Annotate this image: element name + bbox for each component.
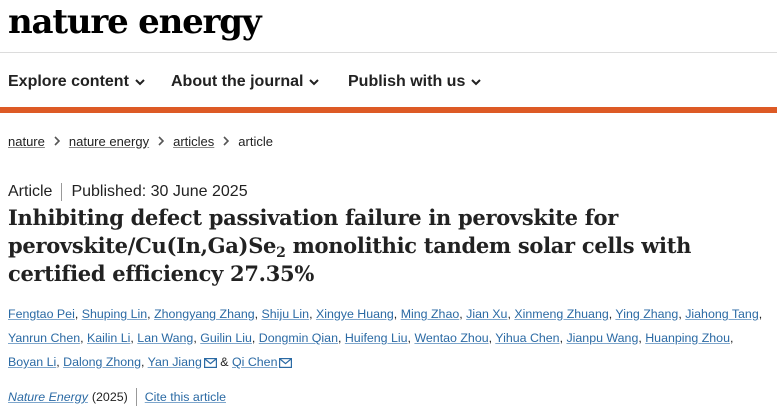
author-separator: , — [729, 331, 734, 345]
author-separator: , — [74, 307, 82, 321]
author-link[interactable]: Xingye Huang — [316, 307, 394, 321]
chevron-right-icon — [158, 136, 165, 146]
author-link[interactable]: Kailin Li — [87, 331, 130, 345]
author-link[interactable]: Yan Jiang — [148, 355, 202, 369]
article-meta: Article Published: 30 June 2025 — [8, 183, 248, 201]
chevron-right-icon — [54, 136, 60, 146]
author-link[interactable]: Zhongyang Zhang — [154, 307, 255, 321]
cite-this-article-link[interactable]: Cite this article — [145, 390, 226, 404]
author-link[interactable]: Yanrun Chen — [8, 331, 80, 345]
author-separator: , — [80, 331, 87, 345]
breadcrumb-link-articles[interactable]: articles — [173, 134, 214, 149]
author-link[interactable]: Ying Zhang — [615, 307, 678, 321]
author-separator: , — [309, 307, 316, 321]
author-list: Fengtao Pei, Shuping Lin, Zhongyang Zhan… — [8, 302, 772, 376]
breadcrumb-link-nature-energy[interactable]: nature energy — [69, 134, 149, 149]
breadcrumb: nature nature energy articles article — [8, 131, 273, 151]
chevron-down-icon — [471, 78, 482, 86]
brand-bar — [0, 107, 777, 113]
author-separator: , — [393, 307, 401, 321]
author-link[interactable]: Yihua Chen — [495, 331, 559, 345]
breadcrumb-link-nature[interactable]: nature — [8, 134, 45, 149]
author-link[interactable]: Qi Chen — [232, 355, 277, 369]
nav-item-label: Explore content — [8, 73, 129, 90]
author-separator: , — [140, 355, 148, 369]
nav-item-label: About the journal — [171, 73, 304, 90]
site-logo[interactable]: nature energy — [8, 2, 262, 42]
journal-link[interactable]: Nature Energy — [8, 390, 88, 404]
meta-divider — [61, 183, 63, 201]
author-link[interactable]: Wentao Zhou — [414, 331, 488, 345]
author-separator: & — [216, 355, 232, 369]
author-link[interactable]: Guilin Liu — [200, 331, 252, 345]
author-link[interactable]: Jian Xu — [466, 307, 507, 321]
mail-icon[interactable] — [203, 352, 217, 376]
header-divider — [0, 52, 777, 53]
nav-item-label: Publish with us — [348, 73, 466, 90]
author-link[interactable]: Ming Zhao — [401, 307, 460, 321]
nav-about-the-journal[interactable]: About the journal — [171, 73, 320, 91]
author-link[interactable]: Huanping Zhou — [645, 331, 730, 345]
author-link[interactable]: Shiju Lin — [262, 307, 310, 321]
article-type: Article — [8, 183, 53, 200]
author-separator: , — [758, 307, 763, 321]
author-separator: , — [251, 331, 259, 345]
nav-explore-content[interactable]: Explore content — [8, 73, 145, 91]
citation-divider — [135, 388, 137, 406]
citation-line: Nature Energy (2025) Cite this article — [8, 388, 226, 406]
chevron-right-icon — [223, 136, 230, 146]
title-subscript: 2 — [276, 245, 286, 261]
author-link[interactable]: Huifeng Liu — [345, 331, 408, 345]
author-separator: , — [337, 331, 345, 345]
author-link[interactable]: Shuping Lin — [82, 307, 147, 321]
breadcrumb-current: article — [238, 133, 273, 149]
article-title: Inhibiting defect passivation failure in… — [8, 204, 768, 288]
chevron-down-icon — [135, 78, 145, 86]
chevron-down-icon — [309, 78, 320, 86]
author-link[interactable]: Xinmeng Zhuang — [514, 307, 608, 321]
nav-publish-with-us[interactable]: Publish with us — [348, 73, 482, 91]
mail-icon[interactable] — [279, 352, 293, 376]
author-link[interactable]: Fengtao Pei — [8, 307, 75, 321]
published-date: Published: 30 June 2025 — [71, 183, 248, 200]
author-link[interactable]: Lan Wang — [137, 331, 193, 345]
author-link[interactable]: Dalong Zhong — [63, 355, 141, 369]
author-link[interactable]: Boyan Li — [8, 355, 56, 369]
author-link[interactable]: Jianpu Wang — [566, 331, 638, 345]
author-link[interactable]: Dongmin Qian — [259, 331, 338, 345]
citation-year: (2025) — [91, 390, 128, 404]
author-link[interactable]: Jiahong Tang — [685, 307, 759, 321]
author-separator: , — [254, 307, 262, 321]
